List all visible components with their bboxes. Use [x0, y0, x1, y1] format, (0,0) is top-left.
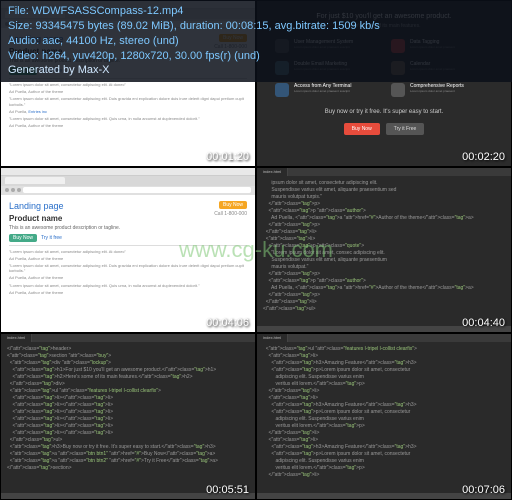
editor-tab[interactable]: index.html	[257, 168, 288, 176]
try-button[interactable]: Try it Free	[386, 123, 425, 135]
page-title: Landing page	[9, 201, 247, 211]
author: Ad Puella, Author of the theme	[9, 275, 247, 280]
media-info-overlay: File: WDWFSASSCompass-12.mp4 Size: 93345…	[0, 0, 512, 82]
quote: "Lorem ipsum dolor sit amet, consectetur…	[9, 249, 247, 254]
browser-window: Landing page Buy Now Call 1-800-000 Prod…	[1, 168, 255, 333]
quote: "Lorem ipsum dolor sit amet, consectetur…	[9, 283, 247, 288]
feature-item: Comprehensive ReportsLorem ipsum dolor a…	[391, 83, 493, 97]
author: Ad Puella, Author of the theme	[9, 123, 247, 128]
code-editor: index.html ipsum dolor sit amet, consect…	[257, 168, 511, 333]
editor-tabs: index.html	[257, 334, 511, 342]
editor-tab[interactable]: index.html	[257, 334, 288, 342]
try-link[interactable]: Try it free	[41, 235, 62, 241]
generated-line: Generated by Max-X	[8, 63, 504, 78]
quote: "Lorem ipsum dolor sit amet, consectetur…	[9, 116, 247, 121]
code-area[interactable]: ipsum dolor sit amet, consectetur adipis…	[257, 176, 511, 327]
editor-tabs: index.html	[1, 334, 255, 342]
thumb-4: index.html ipsum dolor sit amet, consect…	[256, 167, 512, 334]
thumb-6: index.html <"attr">class="tag">ul "attr"…	[256, 333, 512, 500]
nav-dot	[11, 188, 15, 192]
nav-dot	[17, 188, 21, 192]
code-editor: index.html <"attr">class="tag">ul "attr"…	[257, 334, 511, 499]
product-name: Product name	[9, 214, 247, 223]
call-text: Call 1-800-000	[214, 211, 247, 217]
tab-bar	[1, 176, 255, 186]
timestamp: 00:04:06	[206, 317, 249, 329]
code-area[interactable]: </"attr">class="tag">header><"attr">clas…	[1, 342, 255, 493]
code-editor: index.html </"attr">class="tag">header><…	[1, 334, 255, 499]
cta-text: Buy now or try it free. It's super easy …	[275, 109, 493, 115]
author: Ad Puella, Author of the theme	[9, 89, 247, 94]
buy-button[interactable]: Buy Now	[344, 123, 380, 135]
timestamp: 00:05:51	[206, 484, 249, 496]
feature-item: Access from Any TerminalLorem ipsum dolo…	[275, 83, 377, 97]
video-line: Video: h264, yuv420p, 1280x720, 30.00 fp…	[8, 49, 504, 64]
timestamp: 00:01:20	[206, 151, 249, 163]
feature-icon	[391, 83, 405, 97]
file-line: File: WDWFSASSCompass-12.mp4	[8, 4, 504, 19]
code-area[interactable]: <"attr">class="tag">ul "attr">class="fea…	[257, 342, 511, 493]
url-field[interactable]	[23, 187, 251, 193]
nav-dot	[5, 188, 9, 192]
entries-link[interactable]: Entries inc	[28, 109, 47, 114]
url-bar	[1, 186, 255, 195]
quote: "Lorem ipsum dolor sit amet, consectetur…	[9, 96, 247, 106]
timestamp: 00:04:40	[462, 317, 505, 329]
quote: "Lorem ipsum dolor sit amet, consectetur…	[9, 263, 247, 273]
buy-button[interactable]: Buy Now	[9, 234, 37, 242]
tagline: This is an awesome product description o…	[9, 225, 247, 231]
browser-tab[interactable]	[5, 177, 65, 184]
feature-desc: Lorem ipsum dolor amet praesent suscipit	[294, 90, 351, 94]
audio-line: Audio: aac, 44100 Hz, stereo (und)	[8, 34, 504, 49]
size-line: Size: 93345475 bytes (89.02 MiB), durati…	[8, 19, 504, 34]
feature-desc: Lorem ipsum dolor amet praesent	[410, 90, 464, 94]
buy-button-top[interactable]: Buy Now	[219, 201, 247, 209]
timestamp: 00:07:06	[462, 484, 505, 496]
page-content: Landing page Buy Now Call 1-800-000 Prod…	[1, 195, 255, 333]
feature-icon	[275, 83, 289, 97]
thumb-3: Landing page Buy Now Call 1-800-000 Prod…	[0, 167, 256, 334]
menubar	[1, 168, 255, 176]
author: Ad Puella, Author of the theme	[9, 290, 247, 295]
quote: "Lorem ipsum dolor sit amet, consectetur…	[9, 82, 247, 87]
timestamp: 00:02:20	[462, 151, 505, 163]
editor-tab[interactable]: index.html	[1, 334, 32, 342]
author-prefix: Ad Puella,	[9, 109, 28, 114]
thumb-5: index.html </"attr">class="tag">header><…	[0, 333, 256, 500]
author: Ad Puella, Author of the theme	[9, 256, 247, 261]
editor-tabs: index.html	[257, 168, 511, 176]
